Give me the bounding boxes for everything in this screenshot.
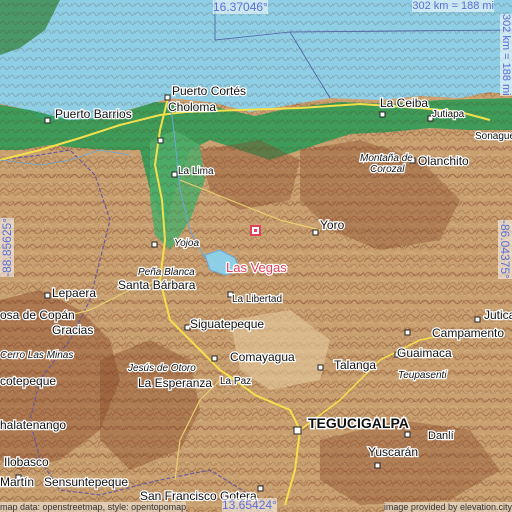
focus-location-dot: [254, 229, 257, 232]
place-label: Montaña de: [360, 153, 413, 164]
coord-right: -86.04375°: [498, 220, 512, 279]
marker-puerto-barrios: [44, 117, 51, 124]
place-label: Peña Blanca: [138, 267, 195, 278]
marker-la-lima: [171, 171, 178, 178]
place-label: Puerto Barrios: [55, 107, 132, 121]
marker-san-francisco: [257, 485, 264, 492]
marker-jutica: [474, 316, 481, 323]
attribution-right: image provided by elevation.city: [383, 502, 512, 512]
marker-comayagua: [211, 355, 218, 362]
capital-label: TEGUCIGALPA: [308, 415, 409, 431]
place-label: Yojoa: [174, 238, 199, 249]
place-label: cotepeque: [0, 374, 56, 388]
place-label: La Paz: [220, 376, 251, 387]
place-label: Yoro: [320, 218, 345, 232]
marker-campamento: [404, 329, 411, 336]
place-label: osa de Copán: [0, 308, 75, 322]
scale-horizontal: 302 km = 188 mi: [412, 0, 494, 12]
coord-top: 16.37046°: [213, 0, 268, 14]
place-label: Comayagua: [230, 350, 295, 364]
coord-bottom: 13.65424°: [222, 498, 277, 512]
place-label: Corozal: [370, 164, 405, 175]
place-label: Puerto Cortés: [172, 84, 246, 98]
place-label: Olanchito: [418, 154, 469, 168]
place-label: Martín: [0, 475, 34, 489]
place-label: Danlí: [428, 430, 454, 442]
place-label: Cerro Las Minas: [0, 350, 73, 361]
marker-yuscaran: [374, 462, 381, 469]
place-label: La Libertad: [232, 294, 282, 305]
marker-lepaera: [44, 292, 51, 299]
coord-left: -88.85625°: [0, 218, 14, 277]
place-label: Guaimaca: [397, 346, 452, 360]
marker-talanga: [317, 364, 324, 371]
attribution-left: map data: openstreetmap, style: opentopo…: [0, 502, 187, 512]
focus-location-label: Las Vegas: [226, 260, 287, 275]
place-label: Ilobasco: [4, 455, 49, 469]
marker-tegucigalpa: [293, 426, 302, 435]
place-label: Choloma: [168, 100, 216, 114]
place-label: Yuscarán: [368, 445, 418, 459]
marker-santa-barbara: [151, 241, 158, 248]
place-label: Gracias: [52, 323, 93, 337]
place-label: Jutica: [484, 308, 512, 322]
place-label: La Ceiba: [380, 96, 428, 110]
place-label: Sensuntepeque: [44, 475, 128, 489]
topographic-map[interactable]: Puerto Cortés Puerto Barrios Choloma La Cei…: [0, 0, 512, 512]
scale-vertical: 302 km = 188 mi: [500, 14, 512, 96]
place-label: Jutiapa: [432, 109, 465, 120]
marker-choloma: [157, 137, 164, 144]
place-label: Talanga: [334, 358, 376, 372]
place-label: Siguatepeque: [190, 317, 264, 331]
place-label: halatenango: [0, 418, 66, 432]
place-label: Lepaera: [52, 286, 96, 300]
place-label: Sonague: [475, 131, 512, 142]
marker-yoro: [312, 229, 319, 236]
place-label: Santa Bárbara: [118, 278, 196, 292]
place-label: La Lima: [178, 166, 214, 177]
place-label: Campamento: [432, 326, 504, 340]
marker-danli: [404, 431, 411, 438]
place-label: Teupasenti: [398, 370, 447, 381]
place-label: La Esperanza: [138, 376, 212, 390]
marker-la-ceiba: [379, 111, 386, 118]
place-label: Jesús de Otoro: [127, 363, 196, 374]
